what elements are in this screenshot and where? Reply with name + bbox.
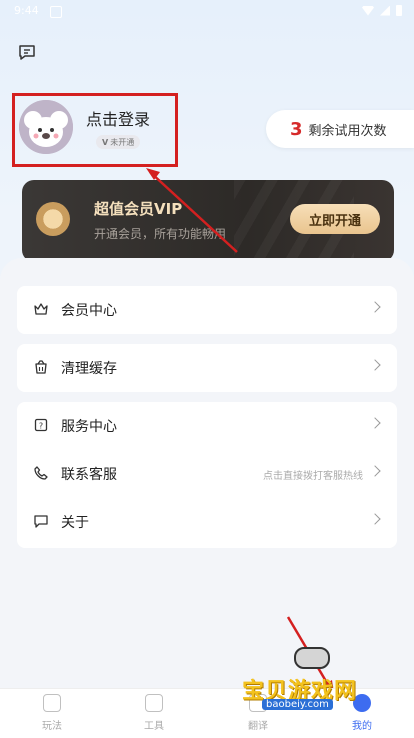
notification-icon [50,6,62,18]
comment-icon [34,515,48,528]
menu-label: 关于 [61,515,89,531]
annotation-highlight-box [12,93,178,167]
vip-subtitle: 开通会员，所有功能畅用 [94,227,227,241]
clear-cache-card: 清理缓存 [17,344,397,392]
chevron-right-icon [369,465,381,477]
nav-item-mine[interactable]: 我的 [327,689,397,738]
menu-item-service-center[interactable]: ? 服务中心 [17,402,397,450]
chevron-right-icon [369,513,381,525]
status-icons [362,5,402,16]
menu-item-member-center[interactable]: 会员中心 [17,286,397,334]
signal-icon [380,5,390,16]
menu-label: 清理缓存 [61,361,117,377]
nav-label: 玩法 [42,721,62,732]
vip-card: 超值会员VIP 开通会员，所有功能畅用 立即开通 [22,180,394,262]
vip-title: 超值会员VIP [94,200,183,218]
open-vip-button[interactable]: 立即开通 [290,204,380,234]
arrowhead-top [146,168,160,180]
wifi-icon [362,5,374,16]
svg-text:?: ? [39,422,43,431]
contact-hint: 点击直接拨打客服热线 [263,470,363,482]
crown-icon [34,303,48,315]
status-time: 9:44 [14,4,39,17]
battery-icon [396,5,402,16]
menu-item-clear-cache[interactable]: 清理缓存 [17,344,397,392]
menu-item-contact[interactable]: 联系客服 点击直接拨打客服热线 [17,450,397,498]
translate-icon [249,694,267,712]
phone-icon [34,466,48,480]
service-card: ? 服务中心 联系客服 点击直接拨打客服热线 关于 [17,402,397,548]
trial-count-pill[interactable]: 3 剩余试用次数 [266,110,414,148]
chevron-right-icon [369,417,381,429]
trial-label: 剩余试用次数 [308,123,387,139]
menu-label: 联系客服 [61,467,117,483]
nav-item-tools[interactable]: 工具 [119,689,189,738]
trash-icon [35,360,47,374]
menu-label: 会员中心 [61,303,117,319]
nav-label: 工具 [144,721,164,732]
bottom-nav: 玩法 工具 翻译 我的 [0,688,414,738]
member-center-card: 会员中心 [17,286,397,334]
menu-item-about[interactable]: 关于 [17,498,397,546]
nav-item-translate[interactable]: 翻译 [223,689,293,738]
user-icon [353,694,371,712]
trial-count: 3 [290,118,303,140]
star-bookmark-icon [145,694,163,712]
chevron-right-icon [369,301,381,313]
nav-label: 我的 [352,721,372,732]
vip-medal-icon [36,202,70,236]
menu-label: 服务中心 [61,419,117,435]
play-card-icon [43,694,61,712]
chevron-right-icon [369,359,381,371]
help-square-icon: ? [34,418,48,432]
nav-label: 翻译 [248,721,268,732]
status-bar: 9:44 [0,0,414,24]
message-icon[interactable] [18,43,36,61]
nav-item-play[interactable]: 玩法 [17,689,87,738]
